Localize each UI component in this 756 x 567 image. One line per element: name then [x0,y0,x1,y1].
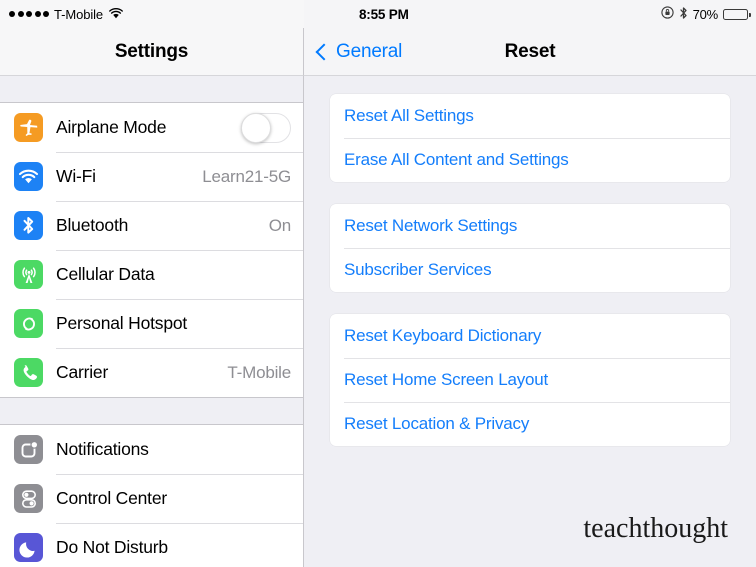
sidebar-item-bluetooth[interactable]: Bluetooth On [0,201,303,250]
sidebar-item-label: Do Not Disturb [56,537,168,557]
reset-home-screen-layout-row[interactable]: Reset Home Screen Layout [330,358,730,402]
moon-icon [14,533,43,562]
battery-percent-label: 70% [692,6,719,22]
status-indicator-group: 70% [660,6,751,23]
sidebar-item-value: T-Mobile [227,362,291,382]
sidebar-item-label: Airplane Mode [56,117,167,137]
reset-detail-panel: Reset All Settings Erase All Content and… [304,76,756,567]
navigation-bars: Settings General Reset [0,28,756,76]
reset-all-settings-label: Reset All Settings [344,106,474,125]
status-wifi-icon [109,7,123,22]
sidebar-item-label: Control Center [56,488,168,508]
sidebar-group-connectivity: Airplane Mode Wi-Fi Learn21-5G Bluetooth… [0,102,303,398]
subscriber-services-row[interactable]: Subscriber Services [330,248,730,292]
bluetooth-icon [679,6,688,23]
sidebar-item-label: Cellular Data [56,264,155,284]
sidebar-group-system: Notifications Control Center Do Not Dist… [0,424,303,567]
sidebar-item-airplane-mode[interactable]: Airplane Mode [0,103,303,152]
sidebar-navbar: Settings [0,28,304,76]
sidebar-item-label: Bluetooth [56,215,129,235]
settings-sidebar[interactable]: Airplane Mode Wi-Fi Learn21-5G Bluetooth… [0,76,304,567]
sidebar-item-control-center[interactable]: Control Center [0,474,303,523]
back-button-label: General [336,40,403,62]
hotspot-link-icon [14,309,43,338]
bluetooth-icon [14,211,43,240]
sidebar-item-carrier[interactable]: Carrier T-Mobile [0,348,303,397]
teachthought-watermark: teachthought [583,513,728,544]
status-carrier-label: T-Mobile [54,6,104,22]
reset-network-settings-row[interactable]: Reset Network Settings [330,204,730,248]
ipad-settings-screen: T-Mobile 8:55 PM 70% Settings General Re… [0,0,756,567]
rotation-lock-icon [660,6,674,22]
airplane-icon [14,113,43,142]
sidebar-top-gap [0,76,303,102]
toggle-knob [241,112,271,143]
reset-location-privacy-row[interactable]: Reset Location & Privacy [330,402,730,446]
reset-group-network: Reset Network Settings Subscriber Servic… [330,204,730,292]
signal-strength-dots-icon [9,11,49,17]
reset-network-settings-label: Reset Network Settings [344,216,518,235]
subscriber-services-label: Subscriber Services [344,260,492,279]
sidebar-item-label: Personal Hotspot [56,313,188,333]
status-bar-right: 8:55 PM 70% [304,0,756,28]
battery-icon [723,8,751,20]
reset-keyboard-dictionary-row[interactable]: Reset Keyboard Dictionary [330,314,730,358]
sidebar-item-label: Notifications [56,439,149,459]
cellular-tower-icon [14,260,43,289]
control-center-icon [14,484,43,513]
sidebar-group-gap [0,398,303,424]
sidebar-item-cellular-data[interactable]: Cellular Data [0,250,303,299]
back-button[interactable]: General [315,40,403,63]
sidebar-item-do-not-disturb[interactable]: Do Not Disturb [0,523,303,567]
reset-keyboard-dictionary-label: Reset Keyboard Dictionary [344,326,542,345]
reset-location-privacy-label: Reset Location & Privacy [344,414,530,433]
content-area: Airplane Mode Wi-Fi Learn21-5G Bluetooth… [0,76,756,567]
sidebar-item-label: Wi-Fi [56,166,96,186]
airplane-mode-toggle[interactable] [241,112,291,143]
reset-all-settings-row[interactable]: Reset All Settings [330,94,730,138]
erase-all-content-row[interactable]: Erase All Content and Settings [330,138,730,182]
phone-icon [14,358,43,387]
status-clock: 8:55 PM [359,6,409,22]
notifications-icon [14,435,43,464]
page-title: Settings [114,40,189,62]
wifi-icon [14,162,43,191]
sidebar-item-notifications[interactable]: Notifications [0,425,303,474]
erase-all-content-label: Erase All Content and Settings [344,150,569,169]
sidebar-item-value: Learn21-5G [202,166,291,186]
sidebar-item-personal-hotspot[interactable]: Personal Hotspot [0,299,303,348]
chevron-left-icon [315,43,333,60]
reset-group-general: Reset All Settings Erase All Content and… [330,94,730,182]
detail-navbar: General Reset [304,28,756,76]
status-bar-left: T-Mobile [0,0,304,28]
status-bar: T-Mobile 8:55 PM 70% [0,0,756,28]
sidebar-item-label: Carrier [56,362,109,382]
sidebar-item-wifi[interactable]: Wi-Fi Learn21-5G [0,152,303,201]
sidebar-item-value: On [268,215,291,235]
reset-home-screen-layout-label: Reset Home Screen Layout [344,370,549,389]
reset-group-personalization: Reset Keyboard Dictionary Reset Home Scr… [330,314,730,446]
